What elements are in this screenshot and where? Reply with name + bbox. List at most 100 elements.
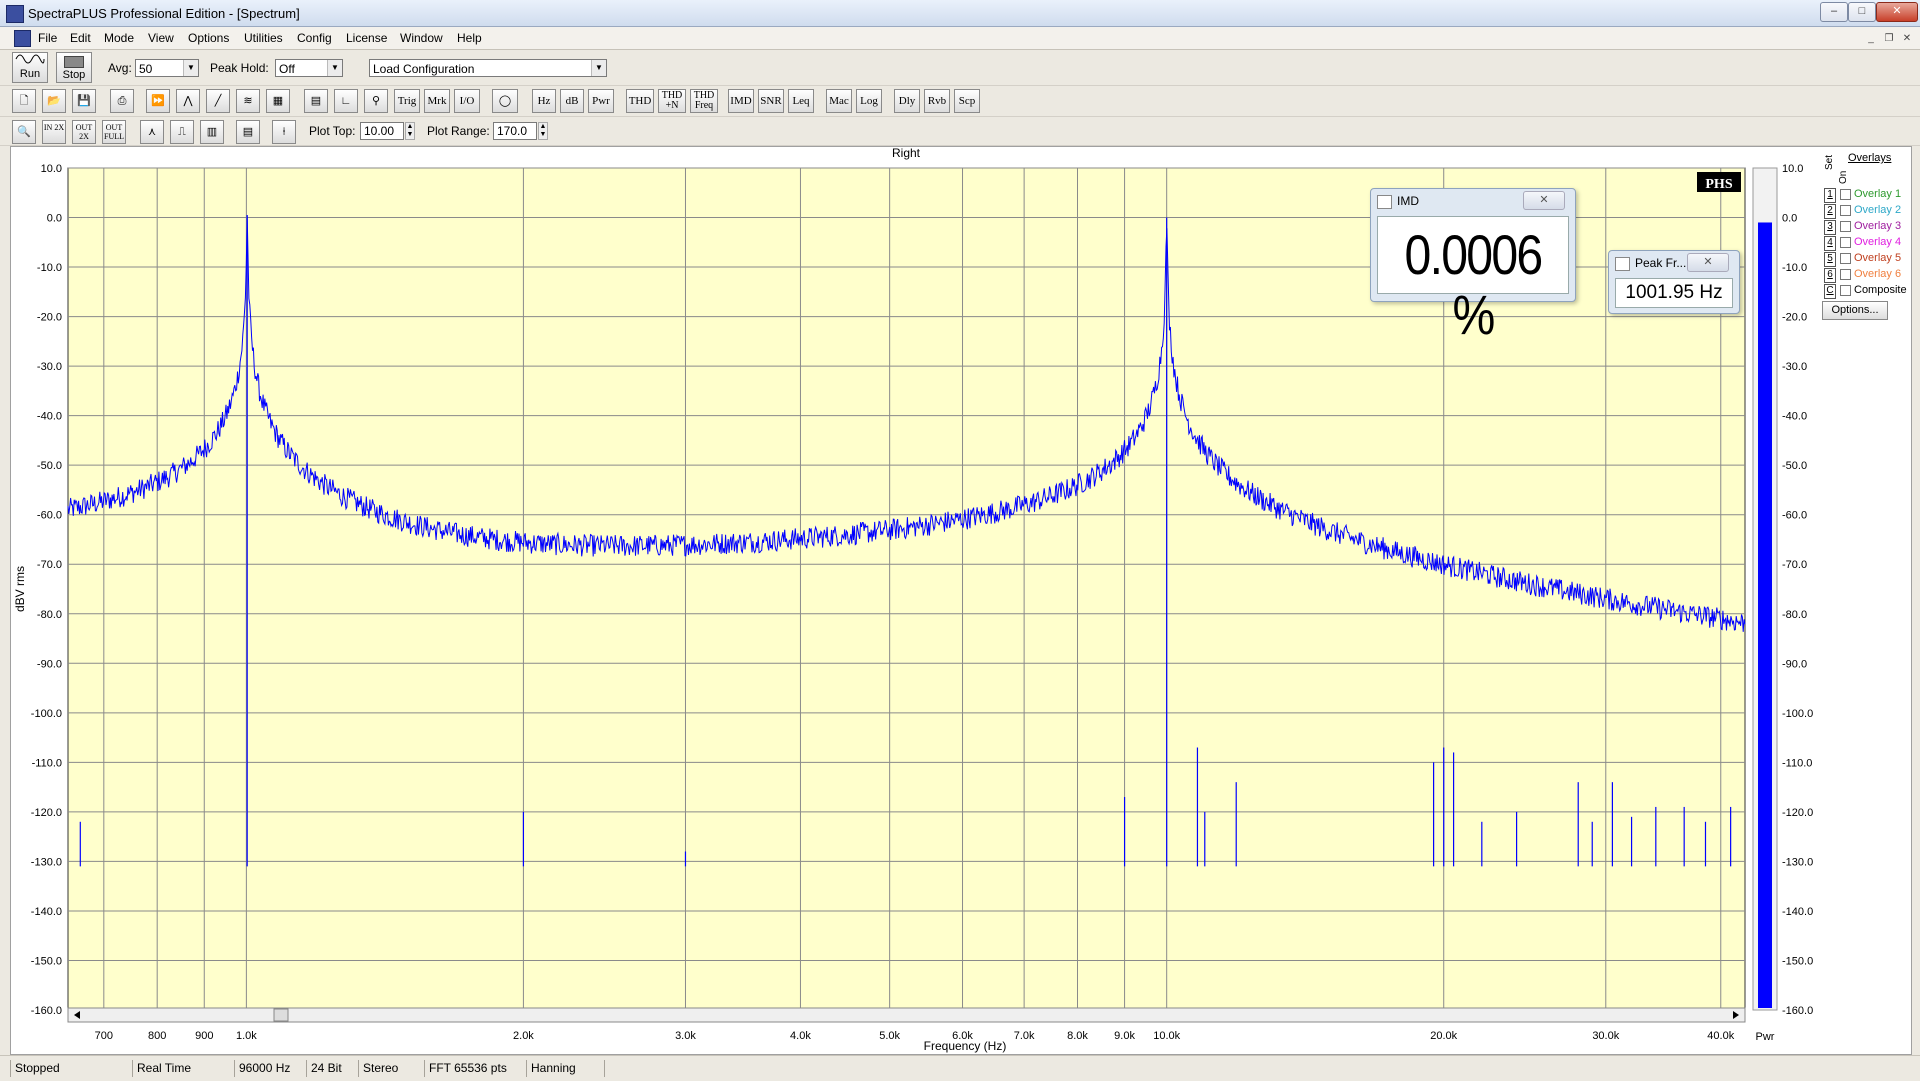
plot-range-input[interactable]: 170.0 <box>493 122 537 140</box>
x-tick-label: 4.0k <box>790 1030 811 1042</box>
menu-mode[interactable]: Mode <box>104 31 134 45</box>
menu-help[interactable]: Help <box>457 31 482 45</box>
overlay-set-button[interactable]: 4 <box>1824 236 1836 251</box>
overlay-set-button[interactable]: C <box>1824 284 1836 299</box>
rvb-button[interactable]: Rvb <box>924 89 950 113</box>
overlay-set-button[interactable]: 1 <box>1824 188 1836 203</box>
hz-button[interactable]: Hz <box>532 89 556 113</box>
list-icon[interactable]: ▤ <box>236 120 260 144</box>
save-icon[interactable]: 💾 <box>72 89 96 113</box>
zoom-out-full-button[interactable]: OUT FULL <box>102 120 126 144</box>
overlay-on-checkbox[interactable] <box>1840 237 1851 248</box>
overlay-on-checkbox[interactable] <box>1840 285 1851 296</box>
generator-icon[interactable]: ◯ <box>492 89 518 113</box>
zoom-out-2x-button[interactable]: OUT 2X <box>72 120 96 144</box>
run-button[interactable]: Run <box>12 52 48 83</box>
scp-button[interactable]: Scp <box>954 89 980 113</box>
document-icon[interactable] <box>14 30 31 47</box>
imd-button[interactable]: IMD <box>728 89 754 113</box>
minimize-button[interactable]: – <box>1820 2 1848 22</box>
bars-icon[interactable]: ▥ <box>200 120 224 144</box>
mdi-minimize-icon[interactable]: _ <box>1864 32 1878 46</box>
zoom-icon[interactable]: 🔍 <box>12 120 36 144</box>
overlay-on-checkbox[interactable] <box>1840 221 1851 232</box>
plot-top-input[interactable]: 10.00 <box>360 122 404 140</box>
peak-freq-close-icon[interactable]: ✕ <box>1687 253 1729 272</box>
phs-badge-text: PHS <box>1705 177 1732 192</box>
menu-file[interactable]: File <box>38 31 57 45</box>
db-button[interactable]: dB <box>560 89 584 113</box>
mrk-button[interactable]: Mrk <box>424 89 450 113</box>
peak-freq-window-header[interactable]: Peak Fr... ✕ <box>1609 251 1739 275</box>
overlay-set-button[interactable]: 3 <box>1824 220 1836 235</box>
set-label: Set <box>1824 154 1835 170</box>
peak-hold-select[interactable]: Off ▼ <box>275 59 343 77</box>
close-button[interactable]: ✕ <box>1876 2 1918 22</box>
calibrate-icon[interactable]: ⚲ <box>364 89 388 113</box>
new-file-icon[interactable]: 🗋 <box>12 89 36 113</box>
menu-window[interactable]: Window <box>400 31 443 45</box>
plot-range-spinner[interactable]: ▲ ▼ <box>538 122 548 140</box>
y-tick-label: -10.0 <box>37 262 62 274</box>
menu-view[interactable]: View <box>148 31 174 45</box>
stop-button[interactable]: Stop <box>56 52 92 83</box>
peak-icon[interactable]: ⋏ <box>140 120 164 144</box>
plot-top-spinner[interactable]: ▲ ▼ <box>405 122 415 140</box>
menu-config[interactable]: Config <box>297 31 332 45</box>
horizontal-scrollbar[interactable] <box>67 1007 1746 1023</box>
pwr-button[interactable]: Pwr <box>588 89 614 113</box>
overlay-set-button[interactable]: 5 <box>1824 252 1836 267</box>
step-icon[interactable]: ⎍ <box>170 120 194 144</box>
axis-icon[interactable]: ∟ <box>334 89 358 113</box>
config-select[interactable]: Load Configuration ▼ <box>369 59 607 77</box>
imd-window[interactable]: IMD ✕ 0.0006 % <box>1370 188 1576 345</box>
snr-button[interactable]: SNR <box>758 89 784 113</box>
open-folder-icon[interactable]: 📂 <box>42 89 66 113</box>
peak-freq-window[interactable]: Peak Fr... ✕ 1001.95 Hz <box>1608 250 1740 314</box>
dly-button[interactable]: Dly <box>894 89 920 113</box>
imd-close-icon[interactable]: ✕ <box>1523 191 1565 210</box>
thd-n-button[interactable]: THD +N <box>658 89 686 113</box>
maximize-button[interactable]: □ <box>1848 2 1876 22</box>
menu-license[interactable]: License <box>346 31 387 45</box>
spectrum-mode-icon[interactable]: ⋀ <box>176 89 200 113</box>
power-meter-label: Pwr <box>1756 1031 1775 1043</box>
log-button[interactable]: Log <box>856 89 882 113</box>
print-icon[interactable]: ⎙ <box>110 89 134 113</box>
overlay-on-checkbox[interactable] <box>1840 269 1851 280</box>
imd-window-header[interactable]: IMD ✕ <box>1371 189 1575 213</box>
menu-options[interactable]: Options <box>188 31 229 45</box>
y-tick-label: -120.0 <box>31 807 62 819</box>
overlay-set-button[interactable]: 6 <box>1824 268 1836 283</box>
mdi-close-icon[interactable]: ✕ <box>1900 32 1914 46</box>
x-tick-label: 2.0k <box>513 1030 534 1042</box>
phase-icon[interactable]: ≋ <box>236 89 260 113</box>
io-button[interactable]: I/O <box>454 89 480 113</box>
overlays-title: Overlays <box>1848 152 1892 164</box>
mdi-restore-icon[interactable]: ❐ <box>1882 32 1896 46</box>
panel-icon[interactable]: ▤ <box>304 89 328 113</box>
overlay-on-checkbox[interactable] <box>1840 253 1851 264</box>
menu-edit[interactable]: Edit <box>70 31 91 45</box>
avg-select[interactable]: 50 ▼ <box>135 59 199 77</box>
leq-button[interactable]: Leq <box>788 89 814 113</box>
vertical-range-icon[interactable]: ⍿ <box>272 120 296 144</box>
zoom-in-2x-button[interactable]: IN 2X <box>42 120 66 144</box>
meter-tick-label: -70.0 <box>1782 559 1807 571</box>
overlay-options-button[interactable]: Options... <box>1822 301 1888 320</box>
time-series-icon[interactable]: ╱ <box>206 89 230 113</box>
fast-forward-icon[interactable]: ⏩ <box>146 89 170 113</box>
trig-button[interactable]: Trig <box>394 89 420 113</box>
3d-surface-icon[interactable]: ▦ <box>266 89 290 113</box>
overlay-on-checkbox[interactable] <box>1840 189 1851 200</box>
menu-utilities[interactable]: Utilities <box>244 31 283 45</box>
overlay-set-button[interactable]: 2 <box>1824 204 1836 219</box>
meter-tick-label: -20.0 <box>1782 312 1807 324</box>
thd-freq-button[interactable]: THD Freq <box>690 89 718 113</box>
overlay-on-checkbox[interactable] <box>1840 205 1851 216</box>
window-icon <box>1615 257 1630 271</box>
mac-button[interactable]: Mac <box>826 89 852 113</box>
plot-range-label: Plot Range: <box>427 124 490 138</box>
thd-button[interactable]: THD <box>626 89 654 113</box>
scroll-thumb[interactable] <box>273 1008 289 1022</box>
